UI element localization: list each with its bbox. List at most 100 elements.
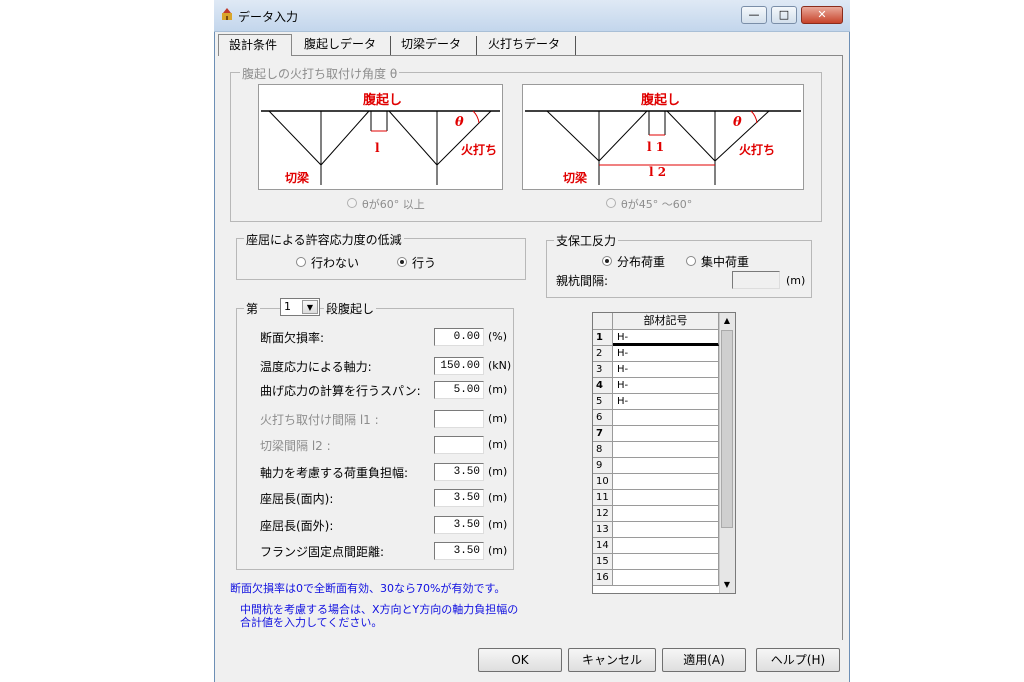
grid-cell[interactable] xyxy=(613,570,719,586)
buckling-yes-radio[interactable] xyxy=(397,257,407,267)
flange-distance-input[interactable]: 3.50 xyxy=(434,542,484,560)
concentrated-load-radio[interactable] xyxy=(686,256,696,266)
flange-distance-label: フランジ固定点間距離: xyxy=(260,545,385,559)
grid-row-number: 1 xyxy=(593,330,613,346)
grid-row-number: 2 xyxy=(593,346,613,362)
diagram-label-theta: θ xyxy=(733,115,742,130)
window-title: データ入力 xyxy=(238,10,299,24)
grid-cell[interactable] xyxy=(613,410,719,426)
diagram-label-brace: 火打ち xyxy=(739,143,776,157)
grid-cell[interactable] xyxy=(613,506,719,522)
strut-spacing-input[interactable] xyxy=(434,436,484,454)
grid-row-number: 4 xyxy=(593,378,613,394)
pile-spacing-input[interactable] xyxy=(732,271,780,289)
chevron-down-icon[interactable]: ▼ xyxy=(302,300,318,314)
buckling-no-label: 行わない xyxy=(311,256,360,270)
grid-row-number: 15 xyxy=(593,554,613,570)
buckling-length-outplane-unit: (m) xyxy=(488,518,508,531)
brace-spacing-label: 火打ち取付け間隔 l1 : xyxy=(260,413,379,427)
angle-45-60-radio[interactable] xyxy=(606,198,616,208)
stage-suffix: 段腹起し xyxy=(324,300,377,317)
load-width-input[interactable]: 3.50 xyxy=(434,463,484,481)
grid-cell[interactable]: H- xyxy=(613,362,719,378)
tab-waler-data[interactable]: 腹起しデータ xyxy=(304,34,390,56)
buckling-yes-label: 行う xyxy=(412,256,437,270)
grid-row-number: 9 xyxy=(593,458,613,474)
tab-separator xyxy=(575,36,576,56)
diagram-label-waler: 腹起し xyxy=(641,93,681,108)
section-loss-unit: (%) xyxy=(488,330,508,343)
diagram-angle-60: 腹起し θ l 火打ち 切梁 xyxy=(258,84,503,190)
tab-strut-data[interactable]: 切梁データ xyxy=(401,34,473,56)
thermal-axial-force-input[interactable]: 150.00 xyxy=(434,357,484,375)
bending-span-input[interactable]: 5.00 xyxy=(434,381,484,399)
distributed-load-radio[interactable] xyxy=(602,256,612,266)
diagram-label-strut: 切梁 xyxy=(563,171,588,185)
tab-panel-border xyxy=(218,55,842,56)
close-button[interactable]: ✕ xyxy=(801,6,843,24)
brace-spacing-input[interactable] xyxy=(434,410,484,428)
grid-cell[interactable] xyxy=(613,490,719,506)
stage-select[interactable]: 1 ▼ xyxy=(280,298,320,316)
grid-cell[interactable] xyxy=(613,554,719,570)
diagram-label-strut: 切梁 xyxy=(285,171,310,185)
load-width-unit: (m) xyxy=(488,465,508,478)
grid-cell[interactable]: H- xyxy=(613,394,719,410)
grid-cell[interactable]: H- xyxy=(613,378,719,394)
scroll-down-icon[interactable]: ▼ xyxy=(719,578,735,592)
pile-spacing-unit: (m) xyxy=(786,274,806,287)
support-group-legend: 支保工反力 xyxy=(554,232,619,249)
grid-row-number: 12 xyxy=(593,506,613,522)
tab-separator xyxy=(390,36,391,56)
grid-row-number: 14 xyxy=(593,538,613,554)
diagram-angle-45-60: 腹起し θ l 1 l 2 火打ち 切梁 xyxy=(522,84,804,190)
grid-cell[interactable]: H- xyxy=(613,346,719,362)
buckling-no-radio[interactable] xyxy=(296,257,306,267)
apply-button[interactable]: 適用(A) xyxy=(662,648,746,672)
angle-60-label: θが60° 以上 xyxy=(362,198,425,211)
grid-cell[interactable]: H- xyxy=(613,330,719,346)
pile-spacing-label: 親杭間隔: xyxy=(556,274,609,288)
grid-cell[interactable] xyxy=(613,426,719,442)
ok-button[interactable]: OK xyxy=(478,648,562,672)
grid-cell[interactable] xyxy=(613,474,719,490)
angle-45-60-label: θが45° ～60° xyxy=(621,198,693,211)
grid-row-number: 8 xyxy=(593,442,613,458)
diagram-label-waler: 腹起し xyxy=(363,93,403,108)
angle-60-radio[interactable] xyxy=(347,198,357,208)
grid-row-number: 5 xyxy=(593,394,613,410)
diagram-label-theta: θ xyxy=(455,115,464,130)
grid-cell[interactable] xyxy=(613,538,719,554)
scroll-up-icon[interactable]: ▲ xyxy=(719,314,735,328)
load-width-label: 軸力を考慮する荷重負担幅: xyxy=(260,466,409,480)
concentrated-load-label: 集中荷重 xyxy=(701,255,750,269)
grid-cell[interactable] xyxy=(613,522,719,538)
grid-corner xyxy=(593,313,613,330)
minimize-button[interactable]: — xyxy=(741,6,767,24)
note-line-2: 中間杭を考慮する場合は、X方向とY方向の軸力負担幅の xyxy=(240,603,519,616)
buckling-length-inplane-unit: (m) xyxy=(488,491,508,504)
bending-span-unit: (m) xyxy=(488,383,508,396)
grid-cell[interactable] xyxy=(613,442,719,458)
grid-header: 部材記号 xyxy=(613,313,719,330)
help-button[interactable]: ヘルプ(H) xyxy=(756,648,840,672)
tab-brace-data[interactable]: 火打ちデータ xyxy=(488,34,572,56)
section-loss-label: 断面欠損率: xyxy=(260,331,325,345)
tab-separator xyxy=(476,36,477,56)
scroll-thumb[interactable] xyxy=(721,330,733,528)
cancel-button[interactable]: キャンセル xyxy=(568,648,656,672)
tab-design-conditions[interactable]: 設計条件 xyxy=(218,34,292,56)
buckling-length-inplane-input[interactable]: 3.50 xyxy=(434,489,484,507)
flange-distance-unit: (m) xyxy=(488,544,508,557)
grid-cell[interactable] xyxy=(613,458,719,474)
stage-prefix: 第 xyxy=(244,300,261,317)
buckling-length-outplane-input[interactable]: 3.50 xyxy=(434,516,484,534)
grid-row-number: 3 xyxy=(593,362,613,378)
angle-group-legend: 腹起しの火打ち取付け角度 θ xyxy=(240,65,400,82)
stage-select-value: 1 xyxy=(284,300,291,313)
diagram-label-l1: l 1 xyxy=(647,140,665,154)
diagram-label-l: l xyxy=(375,141,380,155)
tab-panel-border-right xyxy=(842,55,843,640)
section-loss-input[interactable]: 0.00 xyxy=(434,328,484,346)
maximize-button[interactable]: □ xyxy=(771,6,797,24)
